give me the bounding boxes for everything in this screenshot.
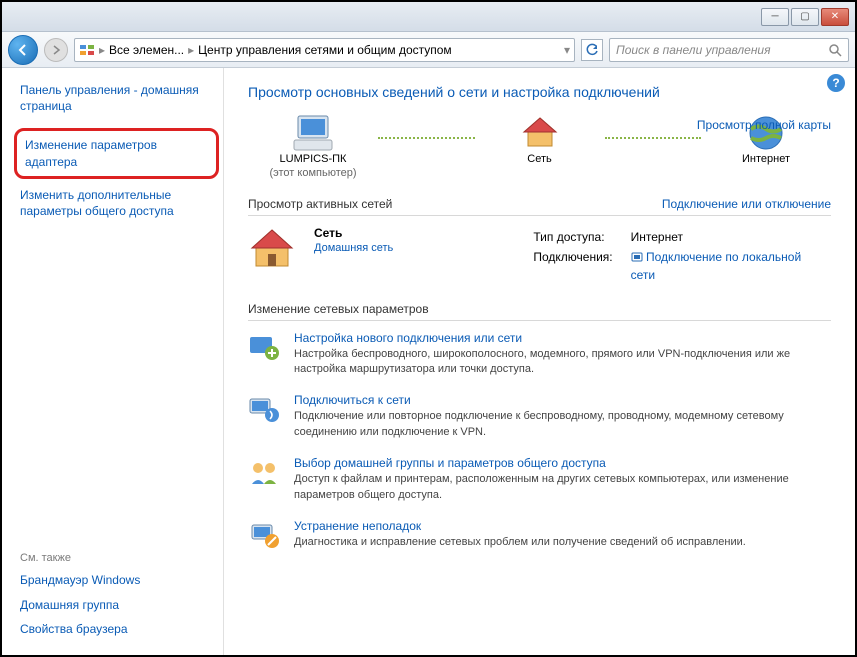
map-node-pc: LUMPICS-ПК (этот компьютер) xyxy=(248,114,378,181)
sidebar-item-adapter-highlight: Изменение параметров адаптера xyxy=(14,128,219,178)
sidebar: Панель управления - домашняя страница Из… xyxy=(2,68,224,655)
forward-button xyxy=(44,38,68,62)
troubleshoot-icon xyxy=(248,519,280,554)
task-new-connection[interactable]: Настройка нового подключения или сети На… xyxy=(248,331,831,378)
active-networks-header: Просмотр активных сетей Подключение или … xyxy=(248,197,831,216)
breadcrumb-item[interactable]: Центр управления сетями и общим доступом xyxy=(198,43,452,57)
page-title: Просмотр основных сведений о сети и наст… xyxy=(248,84,831,100)
minimize-button[interactable]: ─ xyxy=(761,8,789,26)
full-map-link[interactable]: Просмотр полной карты xyxy=(697,118,831,132)
computer-icon xyxy=(292,114,334,152)
house-network-icon xyxy=(520,114,560,152)
task-title[interactable]: Настройка нового подключения или сети xyxy=(294,331,831,345)
back-button[interactable] xyxy=(8,35,38,65)
sidebar-see-also-label: См. также xyxy=(20,552,213,564)
connection-link[interactable]: Подключение по локальной сети xyxy=(631,250,802,282)
task-desc: Диагностика и исправление сетевых пробле… xyxy=(294,535,746,550)
sidebar-item-browser[interactable]: Свойства браузера xyxy=(20,621,213,637)
map-internet-label: Интернет xyxy=(742,152,790,166)
access-type-value: Интернет xyxy=(631,228,829,246)
sidebar-item-adapter[interactable]: Изменение параметров адаптера xyxy=(25,137,208,169)
help-icon[interactable]: ? xyxy=(827,74,845,92)
network-map: Просмотр полной карты LUMPICS-ПК (этот к… xyxy=(248,114,831,181)
sidebar-home-link[interactable]: Панель управления - домашняя страница xyxy=(20,82,213,114)
map-node-network: Сеть xyxy=(475,114,605,181)
arrow-left-icon xyxy=(16,43,30,57)
connections-label: Подключения: xyxy=(533,248,628,284)
refresh-button[interactable] xyxy=(581,39,603,61)
active-network-name: Сеть xyxy=(314,226,342,240)
sidebar-item-advanced[interactable]: Изменить дополнительные параметры общего… xyxy=(20,187,213,219)
connection-details: Тип доступа: Интернет Подключения: Подкл… xyxy=(531,226,831,286)
maximize-button[interactable]: ▢ xyxy=(791,8,819,26)
chevron-right-icon[interactable]: ▸ xyxy=(188,43,194,57)
connect-disconnect-link[interactable]: Подключение или отключение xyxy=(662,197,831,211)
home-network-icon xyxy=(248,226,296,273)
active-network-type-link[interactable]: Домашняя сеть xyxy=(314,242,393,254)
search-input[interactable]: Поиск в панели управления xyxy=(609,38,849,62)
search-placeholder: Поиск в панели управления xyxy=(616,43,771,57)
main-panel: ? Просмотр основных сведений о сети и на… xyxy=(224,68,855,655)
connect-icon xyxy=(248,393,280,428)
task-title[interactable]: Подключиться к сети xyxy=(294,393,831,407)
task-desc: Доступ к файлам и принтерам, расположенн… xyxy=(294,472,831,503)
search-icon xyxy=(828,43,842,57)
sidebar-item-firewall[interactable]: Брандмауэр Windows xyxy=(20,572,213,588)
breadcrumb[interactable]: ▸ Все элемен... ▸ Центр управления сетям… xyxy=(74,38,575,62)
close-button[interactable]: ✕ xyxy=(821,8,849,26)
new-connection-icon xyxy=(248,331,280,366)
task-troubleshoot[interactable]: Устранение неполадок Диагностика и испра… xyxy=(248,519,831,554)
arrow-right-icon xyxy=(51,45,61,55)
task-desc: Настройка беспроводного, широкополосного… xyxy=(294,347,831,378)
task-connect[interactable]: Подключиться к сети Подключение или повт… xyxy=(248,393,831,440)
task-title[interactable]: Выбор домашней группы и параметров общег… xyxy=(294,456,831,470)
map-pc-label: LUMPICS-ПК xyxy=(280,152,347,166)
access-type-label: Тип доступа: xyxy=(533,228,628,246)
breadcrumb-item[interactable]: Все элемен... xyxy=(109,43,184,57)
active-network-row: Сеть Домашняя сеть Тип доступа: Интернет… xyxy=(248,226,831,286)
ethernet-icon xyxy=(631,251,643,263)
map-pc-sublabel: (этот компьютер) xyxy=(269,166,356,180)
sidebar-item-homegroup[interactable]: Домашняя группа xyxy=(20,597,213,613)
control-panel-icon xyxy=(79,42,95,58)
change-settings-header: Изменение сетевых параметров xyxy=(248,302,831,321)
map-network-label: Сеть xyxy=(527,152,551,166)
task-title[interactable]: Устранение неполадок xyxy=(294,519,746,533)
homegroup-icon xyxy=(248,456,280,491)
refresh-icon xyxy=(585,43,599,57)
navigation-bar: ▸ Все элемен... ▸ Центр управления сетям… xyxy=(2,32,855,68)
window-titlebar: ─ ▢ ✕ xyxy=(2,2,855,32)
chevron-right-icon[interactable]: ▸ xyxy=(99,43,105,57)
chevron-down-icon[interactable]: ▾ xyxy=(564,43,570,57)
task-homegroup[interactable]: Выбор домашней группы и параметров общег… xyxy=(248,456,831,503)
task-desc: Подключение или повторное подключение к … xyxy=(294,409,831,440)
